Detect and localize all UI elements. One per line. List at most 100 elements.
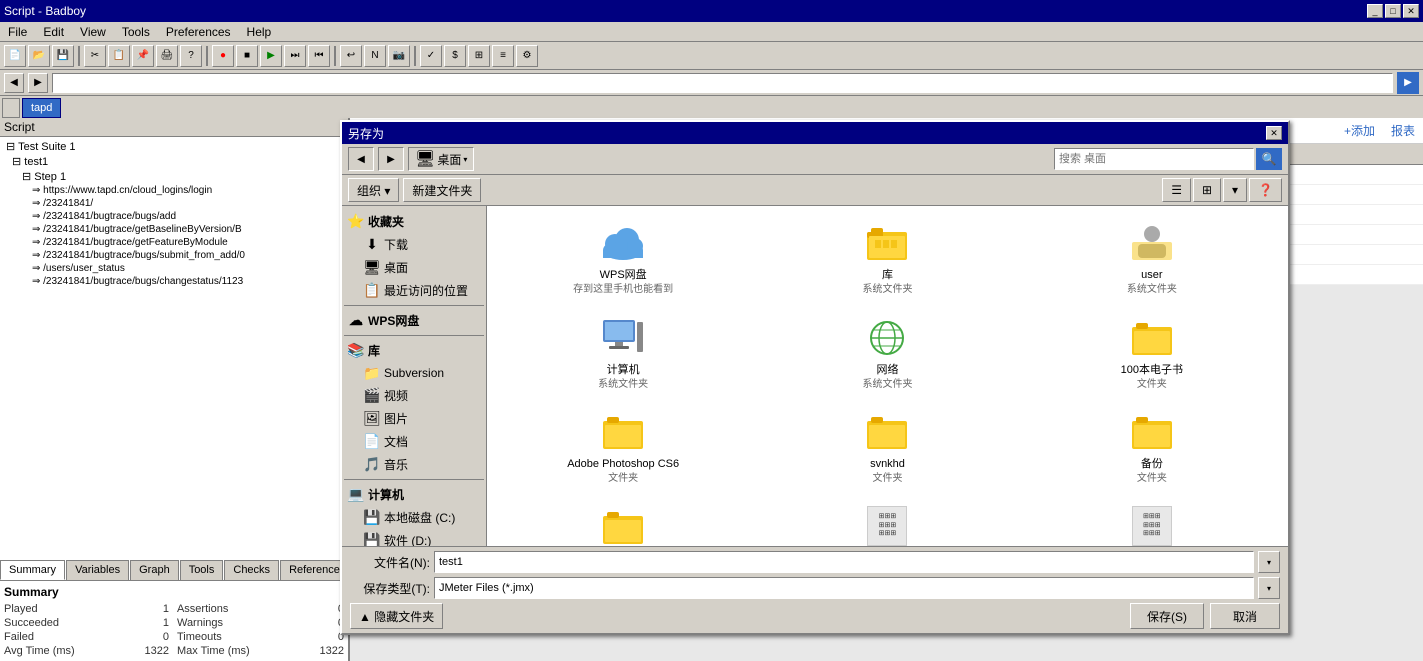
list-btn[interactable]: ≡ xyxy=(492,45,514,67)
report-link[interactable]: 报表 xyxy=(1391,122,1415,139)
sidebar-wps-header[interactable]: ☁ WPS网盘 xyxy=(344,309,484,332)
tab-summary[interactable]: Summary xyxy=(0,560,65,580)
view-list-btn[interactable]: ☰ xyxy=(1162,178,1191,202)
close-btn[interactable]: ✕ xyxy=(1403,4,1419,18)
menu-preferences[interactable]: Preferences xyxy=(162,25,235,39)
tree-url-3[interactable]: ⇒ /23241841/bugtrace/bugs/add xyxy=(2,210,346,223)
file-computer[interactable]: 计算机系统文件夹 xyxy=(495,309,751,396)
record-btn[interactable]: ● xyxy=(212,45,234,67)
tree-test-suite[interactable]: ⊟ Test Suite 1 xyxy=(2,139,346,154)
file-wps-cloud[interactable]: WPS网盘存到这里手机也能看到 xyxy=(495,214,751,301)
network-file-icon xyxy=(863,313,911,361)
open-btn[interactable]: 📂 xyxy=(28,45,50,67)
sidebar-subversion[interactable]: 📁 Subversion xyxy=(344,362,484,384)
dialog-location-btn[interactable]: 🖥 桌面 ▾ xyxy=(408,147,474,171)
new-folder-btn[interactable]: 新建文件夹 xyxy=(403,178,481,202)
sidebar-pictures[interactable]: 🖼 图片 xyxy=(344,407,484,430)
add-link[interactable]: +添加 xyxy=(1344,122,1375,139)
replay-btn[interactable]: ↩ xyxy=(340,45,362,67)
prev-btn[interactable]: ⏮ xyxy=(308,45,330,67)
tree-url-5[interactable]: ⇒ /23241841/bugtrace/getFeatureByModule xyxy=(2,236,346,249)
file-network[interactable]: 网络系统文件夹 xyxy=(759,309,1015,396)
script-label: Script xyxy=(4,120,35,134)
file-adobe-ps[interactable]: Adobe Photoshop CS6文件夹 xyxy=(495,403,751,490)
screenshot-btn[interactable]: 📷 xyxy=(388,45,410,67)
dialog-close-btn[interactable]: ✕ xyxy=(1266,126,1282,140)
menu-file[interactable]: File xyxy=(4,25,31,39)
dialog-search-input[interactable] xyxy=(1054,148,1254,170)
new-btn[interactable]: 📄 xyxy=(4,45,26,67)
file-111-jmx[interactable]: ⊞⊞⊞⊞⊞⊞⊞⊞⊞ 111JMX 文件243 KB xyxy=(759,498,1015,546)
sidebar-video[interactable]: 🎬 视频 xyxy=(344,384,484,407)
dialog-save-btn[interactable]: 保存(S) xyxy=(1130,603,1204,629)
address-input[interactable]: https://www.tapd.cn/23241841/bugtrace/bu… xyxy=(52,73,1393,93)
browser-tab-1[interactable] xyxy=(2,98,20,118)
sidebar-music[interactable]: 🎵 音乐 xyxy=(344,453,484,476)
grid-btn[interactable]: ⊞ xyxy=(468,45,490,67)
forward-btn[interactable]: ▶ xyxy=(28,73,48,93)
back-btn[interactable]: ◀ xyxy=(4,73,24,93)
tab-tools[interactable]: Tools xyxy=(180,560,224,580)
tab-checks[interactable]: Checks xyxy=(224,560,279,580)
dialog-back-btn[interactable]: ◀ xyxy=(348,147,374,171)
tree-url-6[interactable]: ⇒ /23241841/bugtrace/bugs/submit_from_ad… xyxy=(2,249,346,262)
sidebar-recent[interactable]: 📋 最近访问的位置 xyxy=(344,279,484,302)
sidebar-drive-d[interactable]: 💾 软件 (D:) xyxy=(344,529,484,546)
hide-folder-btn[interactable]: ▲ 隐藏文件夹 xyxy=(350,603,443,629)
menu-view[interactable]: View xyxy=(76,25,110,39)
file-library[interactable]: 库系统文件夹 xyxy=(759,214,1015,301)
cut-btn[interactable]: ✂ xyxy=(84,45,106,67)
dialog-cancel-btn[interactable]: 取消 xyxy=(1210,603,1280,629)
dialog-forward-btn[interactable]: ▶ xyxy=(378,147,404,171)
minimize-btn[interactable]: _ xyxy=(1367,4,1383,18)
skip-btn[interactable]: ⏭ xyxy=(284,45,306,67)
menu-tools[interactable]: Tools xyxy=(118,25,154,39)
dialog-search-btn[interactable]: 🔍 xyxy=(1256,148,1282,170)
stop-btn[interactable]: ■ xyxy=(236,45,258,67)
play-btn[interactable]: ▶ xyxy=(260,45,282,67)
maximize-btn[interactable]: □ xyxy=(1385,4,1401,18)
dollar-btn[interactable]: $ xyxy=(444,45,466,67)
filename-dropdown-btn[interactable]: ▾ xyxy=(1258,551,1280,573)
tree-url-7[interactable]: ⇒ /users/user_status xyxy=(2,262,346,275)
tab-variables[interactable]: Variables xyxy=(66,560,129,580)
settings-btn[interactable]: ⚙ xyxy=(516,45,538,67)
sidebar-drive-c[interactable]: 💾 本地磁盘 (C:) xyxy=(344,506,484,529)
menu-help[interactable]: Help xyxy=(243,25,276,39)
folder-icon: 🖥 xyxy=(415,149,435,169)
file-bug-jmx[interactable]: ⊞⊞⊞⊞⊞⊞⊞⊞⊞ bugJMX 文件339 KB xyxy=(1024,498,1280,546)
sidebar-documents[interactable]: 📄 文档 xyxy=(344,430,484,453)
filename-input[interactable] xyxy=(434,551,1254,573)
view-grid-btn[interactable]: ⊞ xyxy=(1193,178,1221,202)
file-user[interactable]: user系统文件夹 xyxy=(1024,214,1280,301)
tree-step1[interactable]: ⊟ Step 1 xyxy=(2,169,346,184)
file-backup[interactable]: 备份文件夹 xyxy=(1024,403,1280,490)
paste-btn[interactable]: 📌 xyxy=(132,45,154,67)
menu-edit[interactable]: Edit xyxy=(39,25,68,39)
tree-url-4[interactable]: ⇒ /23241841/bugtrace/getBaselineByVersio… xyxy=(2,223,346,236)
view-dropdown-btn[interactable]: ▾ xyxy=(1223,178,1247,202)
tree-url-2[interactable]: ⇒ /23241841/ xyxy=(2,197,346,210)
organize-btn[interactable]: 组织 ▾ xyxy=(348,178,399,202)
file-svnkhd[interactable]: svnkhd文件夹 xyxy=(759,403,1015,490)
help-btn[interactable]: ❓ xyxy=(1249,178,1282,202)
avgtime-value: 1322 xyxy=(114,645,169,657)
file-daily[interactable]: 日报文件夹 xyxy=(495,498,751,546)
tree-test1[interactable]: ⊟ test1 xyxy=(2,154,346,169)
filetype-dropdown-btn[interactable]: ▾ xyxy=(1258,577,1280,599)
address-go-btn[interactable]: ▶ xyxy=(1397,72,1419,94)
save-btn[interactable]: 💾 xyxy=(52,45,74,67)
tab-graph[interactable]: Graph xyxy=(130,560,179,580)
sidebar-desktop[interactable]: 🖥 桌面 xyxy=(344,256,484,279)
tree-url-8[interactable]: ⇒ /23241841/bugtrace/bugs/changestatus/1… xyxy=(2,275,346,288)
n-btn[interactable]: N xyxy=(364,45,386,67)
sidebar-downloads[interactable]: ⬇ 下载 xyxy=(344,233,484,256)
browser-tab-2[interactable]: tapd xyxy=(22,98,61,118)
sidebar-computer-header[interactable]: 💻 计算机 xyxy=(344,483,484,506)
check-btn[interactable]: ✓ xyxy=(420,45,442,67)
tree-url-1[interactable]: ⇒ https://www.tapd.cn/cloud_logins/login xyxy=(2,184,346,197)
copy-btn[interactable]: 📋 xyxy=(108,45,130,67)
print-btn[interactable]: 🖨 xyxy=(156,45,178,67)
file-100books[interactable]: 100本电子书文件夹 xyxy=(1024,309,1280,396)
help-btn[interactable]: ? xyxy=(180,45,202,67)
